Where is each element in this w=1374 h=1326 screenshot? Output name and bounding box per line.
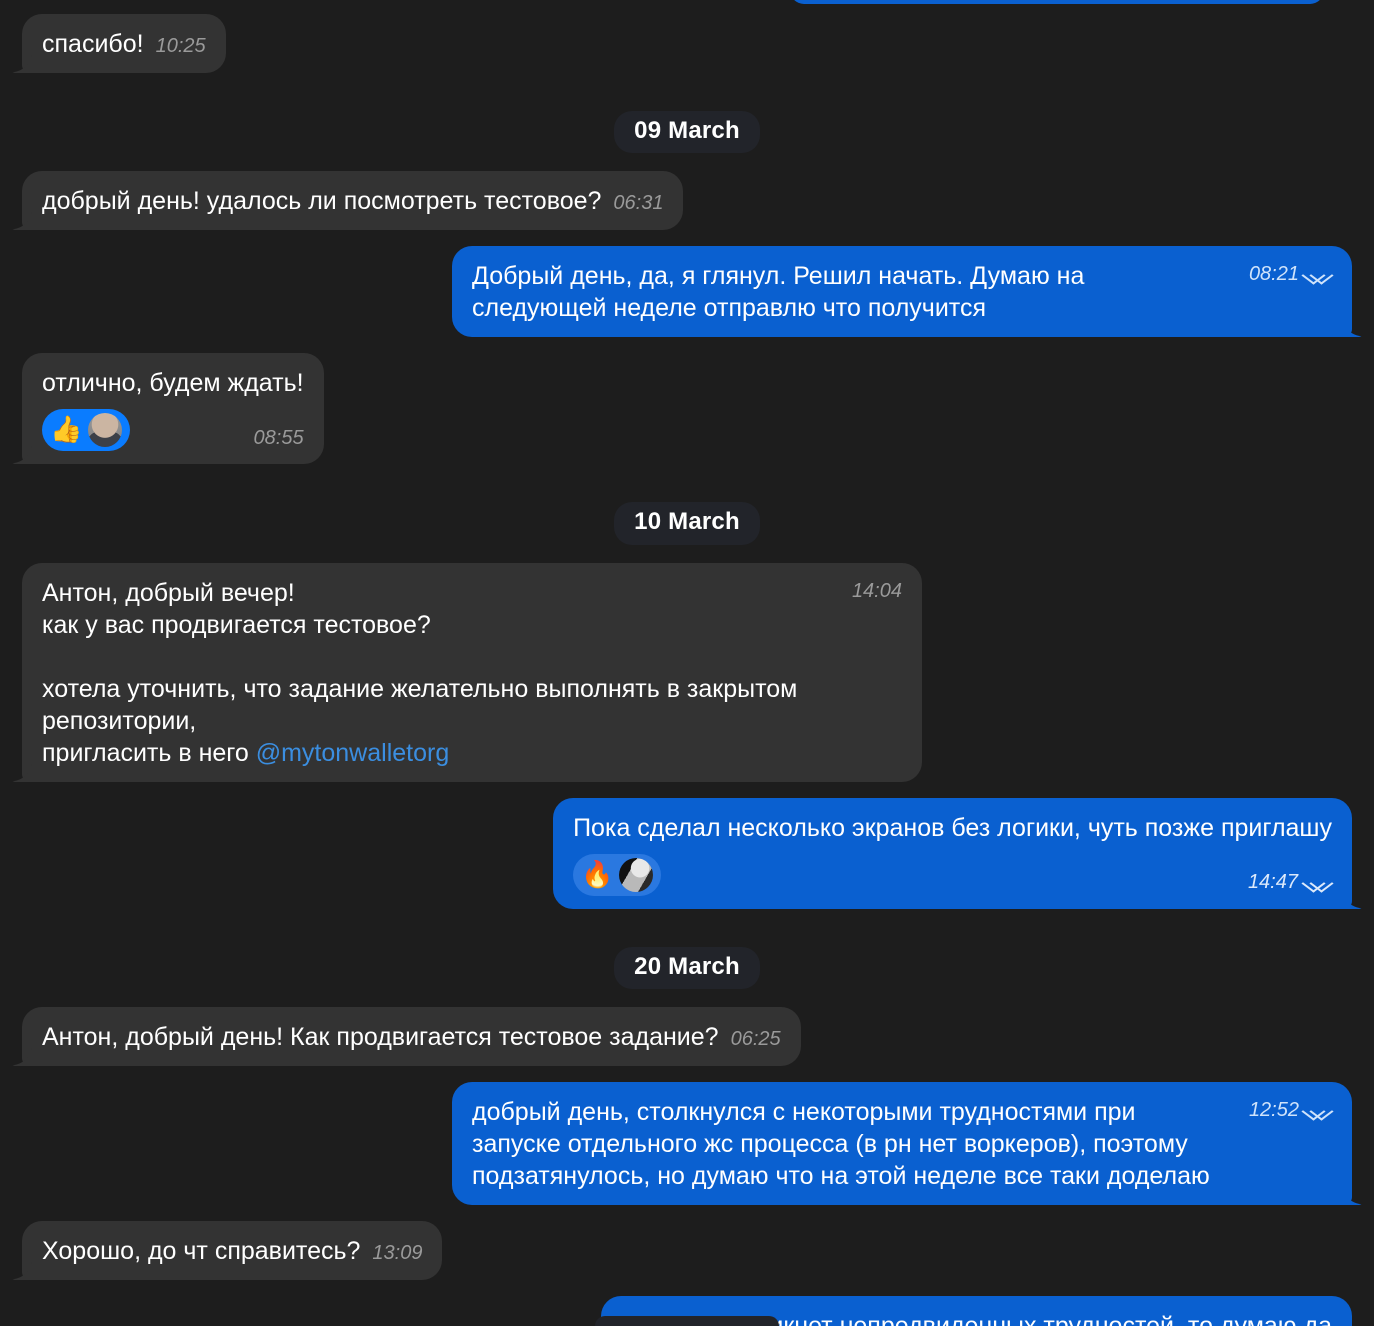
message-row: Пока сделал несколько экранов без логики… xyxy=(0,797,1374,909)
message-meta: 08:21 xyxy=(1249,262,1332,288)
message-meta: 14:04 xyxy=(852,579,902,605)
outgoing-message-bubble[interactable]: 12:52 добрый день, столкнулся с некоторым… xyxy=(452,1082,1352,1206)
message-row: добрый день! удалось ли посмотреть тесто… xyxy=(0,171,1374,231)
message-text: Антон, добрый вечер! как у вас продвигае… xyxy=(42,578,798,767)
message-text: Антон, добрый день! Как продвигается тес… xyxy=(42,1023,719,1052)
message-timestamp: 10:25 xyxy=(155,35,206,57)
message-timestamp: 14:04 xyxy=(851,579,902,602)
message-text: Добрый день, да, я глянул. Решил начать.… xyxy=(472,262,1092,323)
reaction-pill[interactable]: 👍 xyxy=(42,409,131,452)
message-row: Хорошо, до чт справитесь? 13:09 xyxy=(0,1221,1374,1281)
message-timestamp: 14:47 xyxy=(1247,871,1298,894)
reaction-and-meta-row: 🔥 14:47 xyxy=(573,844,1332,896)
reaction-pill[interactable]: 🔥 xyxy=(573,853,662,896)
message-text: отлично, будем ждать! xyxy=(42,369,304,398)
message-meta: 06:31 xyxy=(613,191,663,217)
date-separator-row: 10 March xyxy=(0,502,1374,545)
message-row: Антон, добрый день! Как продвигается тес… xyxy=(0,1007,1374,1067)
message-text: Пока сделал несколько экранов без логики… xyxy=(573,813,1332,842)
message-text: спасибо! xyxy=(42,30,144,58)
read-receipt-double-check-icon xyxy=(1306,1103,1332,1119)
next-date-pill-sliver xyxy=(595,1316,779,1326)
reactor-avatar[interactable] xyxy=(88,413,123,448)
message-row: 14:04 Антон, добрый вечер! как у вас прод… xyxy=(0,562,1374,782)
message-text: добрый день! удалось ли посмотреть тесто… xyxy=(42,187,602,216)
outgoing-message-bubble[interactable]: 08:21 Добрый день, да, я глянул. Решил на… xyxy=(452,246,1352,338)
message-row: 12:52 добрый день, столкнулся с некоторым… xyxy=(0,1082,1374,1206)
message-row: отлично, будем ждать! 👍 08:55 xyxy=(0,353,1374,465)
message-text: Хорошо, до чт справитесь? xyxy=(42,1237,361,1266)
thumbs-up-emoji[interactable]: 👍 xyxy=(50,417,82,443)
message-meta: 10:25 xyxy=(156,34,206,60)
fire-emoji[interactable]: 🔥 xyxy=(581,862,613,888)
chat-message-list[interactable]: спасибо! 10:25 09 March добрый день! удалос… xyxy=(0,0,1374,1326)
message-meta: 08:55 xyxy=(254,426,304,452)
incoming-message-bubble[interactable]: добрый день! удалось ли посмотреть тесто… xyxy=(22,171,684,231)
message-meta: 14:47 xyxy=(1248,870,1332,896)
read-receipt-double-check-icon xyxy=(1306,875,1332,891)
date-separator-row: 20 March xyxy=(0,946,1374,990)
date-separator-pill: 09 March xyxy=(614,111,760,154)
message-meta: 13:09 xyxy=(372,1241,422,1267)
reaction-and-meta-row: 👍 08:55 xyxy=(42,399,304,452)
outgoing-message-bubble[interactable]: Пока сделал несколько экранов без логики… xyxy=(553,797,1352,909)
read-receipt-double-check-icon xyxy=(1306,267,1332,283)
message-timestamp: 06:31 xyxy=(613,192,664,215)
message-timestamp: 12:52 xyxy=(1248,1099,1299,1122)
message-timestamp: 06:25 xyxy=(730,1028,781,1051)
message-meta: 06:25 xyxy=(731,1027,781,1053)
message-timestamp: 13:09 xyxy=(372,1242,423,1265)
date-separator-pill: 20 March xyxy=(614,946,760,990)
incoming-message-bubble[interactable]: спасибо! 10:25 xyxy=(22,14,226,73)
message-timestamp: 08:55 xyxy=(253,426,304,449)
incoming-message-bubble[interactable]: Хорошо, до чт справитесь? 13:09 xyxy=(22,1221,443,1281)
date-separator-pill: 10 March xyxy=(614,502,760,545)
message-row: 08:21 Добрый день, да, я глянул. Решил на… xyxy=(0,246,1374,338)
incoming-message-bubble[interactable]: Антон, добрый день! Как продвигается тес… xyxy=(22,1007,801,1067)
incoming-message-bubble[interactable]: 14:04 Антон, добрый вечер! как у вас прод… xyxy=(22,562,922,782)
reactor-avatar[interactable] xyxy=(619,857,654,892)
date-separator-row: 09 March xyxy=(0,111,1374,154)
mention-link[interactable]: @mytonwalletorg xyxy=(256,739,450,767)
incoming-message-bubble[interactable]: отлично, будем ждать! 👍 08:55 xyxy=(22,353,324,465)
message-row: спасибо! 10:25 xyxy=(0,14,1374,73)
message-meta: 12:52 xyxy=(1249,1098,1332,1124)
message-text: добрый день, столкнулся с некоторыми тру… xyxy=(472,1098,1210,1191)
message-timestamp: 08:21 xyxy=(1248,263,1299,286)
